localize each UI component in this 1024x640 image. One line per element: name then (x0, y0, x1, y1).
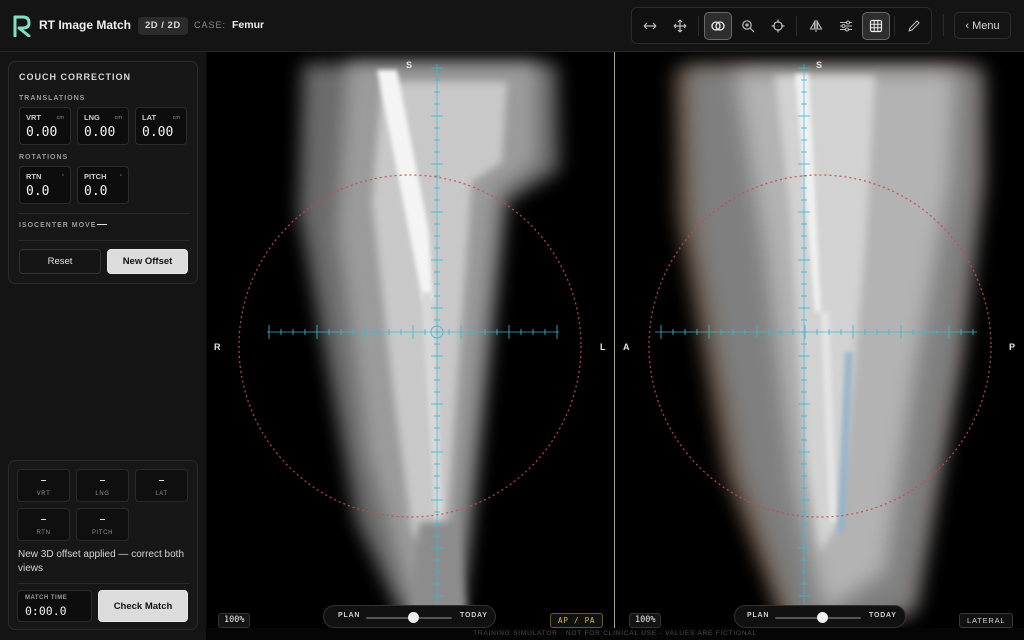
result-vrt: – VRT (17, 469, 70, 502)
case-value: Femur (232, 19, 265, 31)
rtn-input[interactable]: RTN ° 0.0 (19, 166, 71, 204)
couch-correction-card: COUCH CORRECTION TRANSLATIONS VRT cm 0.0… (8, 61, 198, 284)
blend-knob[interactable] (816, 612, 828, 623)
view-tag-lateral: LATERAL (959, 613, 1014, 628)
pan-horizontal-icon[interactable] (636, 12, 664, 40)
result-lat: – LAT (135, 469, 188, 502)
card-divider (19, 240, 189, 241)
result-rtn: – RTN (17, 508, 70, 541)
blend-slider[interactable]: PLAN TODAY (734, 605, 906, 628)
crosshair-icon[interactable] (764, 12, 792, 40)
match-time: MATCH TIME 0:00.0 (17, 590, 92, 622)
card-title: COUCH CORRECTION (19, 72, 131, 82)
rotations-label: ROTATIONS (19, 154, 69, 161)
chevron-left-icon: ‹ (965, 19, 970, 32)
view-tag-ap: AP / PA (550, 613, 604, 628)
orient-left: L (600, 342, 606, 352)
viewer-ap[interactable]: S R L 100% PLAN TODAY AP / PA (207, 52, 614, 628)
today-label: TODAY (460, 612, 488, 619)
status-message: New 3D offset applied — correct both vie… (18, 549, 185, 574)
isocenter-label: ISOCENTER MOVE (19, 222, 97, 229)
image-toolbar (631, 7, 932, 44)
vrt-input[interactable]: VRT cm 0.00 (19, 107, 71, 145)
card-divider (17, 583, 189, 584)
draw-pencil-icon[interactable] (900, 12, 928, 40)
plan-label: PLAN (747, 612, 770, 619)
result-pitch: – PITCH (76, 508, 129, 541)
blend-slider[interactable]: PLAN TODAY (323, 605, 496, 628)
mode-badge[interactable]: 2D / 2D (138, 17, 188, 35)
viewer-lateral[interactable]: S A P 100% PLAN TODAY LATERAL (615, 52, 1024, 628)
window-level-icon[interactable] (832, 12, 860, 40)
menu-label: Menu (972, 19, 1000, 32)
orient-right: R (214, 342, 221, 352)
move-icon[interactable] (666, 12, 694, 40)
plan-label: PLAN (338, 612, 361, 619)
card-divider (19, 213, 189, 214)
isocenter-value: — (97, 219, 107, 230)
flip-icon[interactable] (802, 12, 830, 40)
check-match-button[interactable]: Check Match (98, 590, 188, 622)
new-offset-button[interactable]: New Offset (107, 249, 188, 274)
orient-superior: S (406, 60, 413, 70)
zoom-level[interactable]: 100% (218, 613, 251, 628)
case-label: CASE: (194, 20, 227, 30)
app-header: RT Image Match 2D / 2D CASE: Femur ‹ Men… (0, 0, 1024, 52)
orient-posterior: P (1009, 342, 1016, 352)
xray-image-ap (207, 52, 614, 628)
translations-label: TRANSLATIONS (19, 95, 86, 102)
grid-icon[interactable] (862, 12, 890, 40)
zoom-level[interactable]: 100% (629, 613, 662, 628)
footer-disclaimer: TRAINING SIMULATOR · NOT FOR CLINICAL US… (206, 628, 1024, 640)
app-logo (13, 15, 31, 37)
blend-overlay-icon[interactable] (704, 12, 732, 40)
zoom-icon[interactable] (734, 12, 762, 40)
xray-image-lateral (615, 52, 1024, 628)
orient-anterior: A (623, 342, 630, 352)
today-label: TODAY (869, 612, 897, 619)
lat-input[interactable]: LAT cm 0.00 (135, 107, 187, 145)
lng-input[interactable]: LNG cm 0.00 (77, 107, 129, 145)
menu-button[interactable]: ‹ Menu (954, 12, 1011, 39)
pitch-input[interactable]: PITCH ° 0.0 (77, 166, 129, 204)
blend-knob[interactable] (407, 612, 419, 623)
reset-button[interactable]: Reset (19, 249, 101, 274)
app-title: RT Image Match (39, 18, 132, 32)
orient-superior: S (816, 60, 823, 70)
result-lng: – LNG (76, 469, 129, 502)
